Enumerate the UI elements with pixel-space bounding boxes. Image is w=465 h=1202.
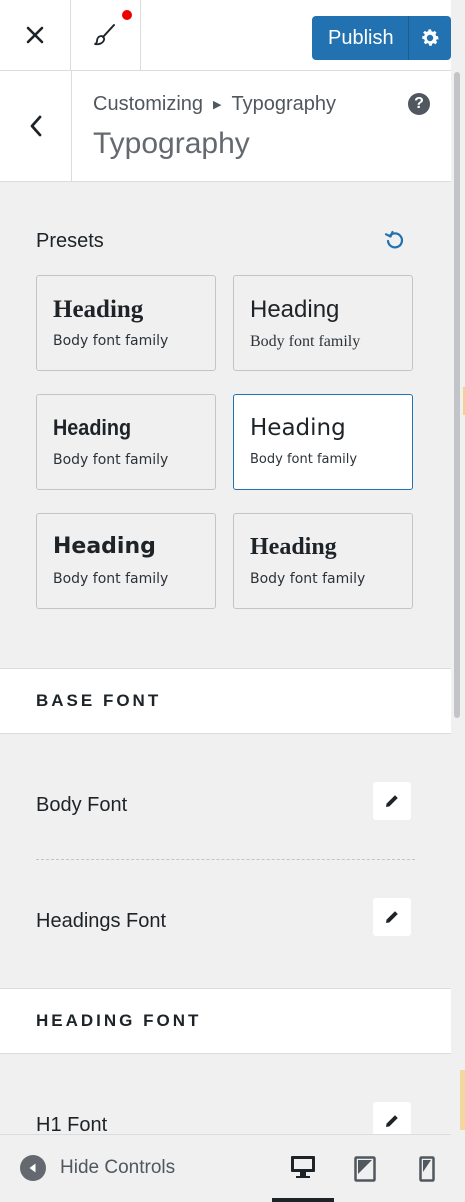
- gear-icon: [422, 29, 439, 46]
- notification-dot: [122, 10, 132, 20]
- desktop-icon: [291, 1155, 315, 1178]
- breadcrumb-root: Customizing: [93, 93, 204, 115]
- hide-controls-label: Hide Controls: [60, 1157, 176, 1178]
- preset-heading: Heading: [53, 415, 132, 440]
- preset-body: Body font family: [250, 333, 361, 350]
- preview-edge: [460, 1070, 465, 1130]
- base-font-header: BASE FONT: [0, 668, 451, 734]
- customizer-topbar: Publish: [0, 0, 451, 71]
- breadcrumb-current: Typography: [231, 93, 337, 115]
- publish-settings-button[interactable]: [408, 16, 451, 60]
- preset-body: Body font family: [250, 571, 366, 587]
- paintbrush-button[interactable]: [70, 0, 141, 70]
- section-header: Customizing ▶ Typography Typography ?: [0, 71, 451, 182]
- close-icon: [26, 26, 44, 44]
- scrollbar-thumb[interactable]: [454, 72, 460, 718]
- preset-body: Body font family: [53, 571, 169, 587]
- edit-body-font-button[interactable]: [373, 782, 411, 820]
- breadcrumb: Customizing ▶ Typography: [93, 93, 336, 116]
- section-title: Typography: [93, 127, 250, 160]
- preset-heading: Heading: [250, 296, 340, 323]
- publish-button[interactable]: Publish: [312, 27, 408, 50]
- preset-card-5[interactable]: Heading Body font family: [36, 513, 216, 609]
- body-font-label: Body Font: [36, 794, 128, 816]
- customizer-footer: Hide Controls: [0, 1134, 451, 1202]
- help-icon[interactable]: ?: [408, 93, 430, 115]
- preset-heading: Heading: [250, 534, 337, 560]
- pencil-icon: [386, 911, 398, 923]
- preset-body: Body font family: [250, 452, 358, 467]
- collapse-icon: [20, 1155, 46, 1181]
- preview-tablet-button[interactable]: [334, 1135, 396, 1202]
- tablet-icon: [354, 1155, 376, 1182]
- preset-card-6[interactable]: Heading Body font family: [233, 513, 413, 609]
- hide-controls-button[interactable]: Hide Controls: [20, 1155, 175, 1181]
- edit-h1-font-button[interactable]: [373, 1102, 411, 1134]
- headings-font-label: Headings Font: [36, 910, 167, 932]
- edit-headings-font-button[interactable]: [373, 898, 411, 936]
- heading-font-header: HEADING FONT: [0, 988, 451, 1054]
- row-divider: [36, 859, 415, 860]
- presets-label: Presets: [36, 230, 104, 252]
- preset-body: Body font family: [53, 452, 169, 468]
- scrollbar[interactable]: [451, 70, 465, 1134]
- preset-heading: Heading: [53, 534, 156, 559]
- preset-body: Body font family: [53, 333, 169, 349]
- paintbrush-icon: [94, 24, 115, 46]
- preset-heading: Heading: [250, 415, 346, 441]
- preset-card-3[interactable]: Heading Body font family: [36, 394, 216, 490]
- pencil-icon: [386, 1115, 398, 1127]
- preset-card-2[interactable]: Heading Body font family: [233, 275, 413, 371]
- preset-card-4[interactable]: Heading Body font family: [233, 394, 413, 490]
- breadcrumb-separator-icon: ▶: [213, 99, 222, 111]
- heading-font-title: HEADING FONT: [36, 1011, 202, 1030]
- publish-group: Publish: [312, 16, 451, 60]
- preview-mobile-button[interactable]: [396, 1135, 458, 1202]
- pencil-icon: [386, 795, 398, 807]
- chevron-left-icon: [30, 115, 41, 137]
- preset-card-1[interactable]: Heading Body font family: [36, 275, 216, 371]
- preset-heading: Heading: [53, 296, 144, 323]
- base-font-title: BASE FONT: [36, 691, 162, 710]
- preview-desktop-button[interactable]: [272, 1135, 334, 1202]
- back-button[interactable]: [0, 71, 72, 181]
- mobile-icon: [419, 1155, 435, 1182]
- reset-icon[interactable]: [384, 229, 406, 251]
- close-button[interactable]: [0, 0, 71, 70]
